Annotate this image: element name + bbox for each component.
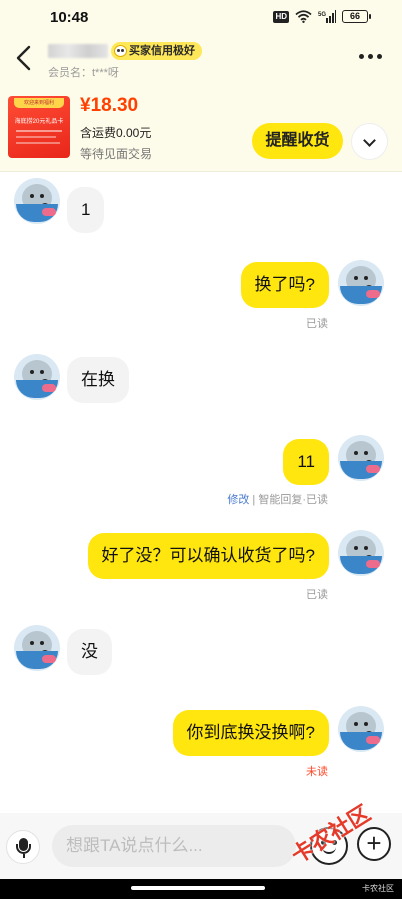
mic-icon[interactable] <box>6 830 40 864</box>
message-bubble-outgoing[interactable]: 你到底换没换啊? <box>172 710 329 756</box>
message-bubble-incoming[interactable]: 没 <box>67 629 112 675</box>
avatar[interactable] <box>14 178 60 224</box>
system-nav-bar: 卡农社区 <box>0 879 402 899</box>
thumb-banner: 欢迎来到福利 <box>14 98 64 108</box>
wifi-icon <box>295 10 312 23</box>
order-status: 等待见面交易 <box>80 147 153 161</box>
edit-link[interactable]: 修改 <box>227 494 249 506</box>
signal-icon: 5G <box>318 10 336 23</box>
message-bubble-outgoing[interactable]: 11 <box>283 439 329 485</box>
message-input[interactable] <box>52 825 296 867</box>
message-bubble-incoming[interactable]: 1 <box>67 187 105 233</box>
order-price: ¥18.30 <box>80 95 139 116</box>
back-arrow-icon[interactable] <box>14 45 34 71</box>
avatar[interactable] <box>338 260 384 306</box>
status-bar: 10:48 HD 5G 66 <box>0 0 402 36</box>
avatar[interactable] <box>338 530 384 576</box>
smart-reply-status: | 智能回复·已读 <box>252 494 328 506</box>
credit-badge-label: 买家信用极好 <box>129 45 195 57</box>
read-status: 已读 <box>306 318 328 330</box>
more-icon[interactable] <box>359 54 382 59</box>
status-icons: HD 5G 66 <box>273 10 371 23</box>
avatar[interactable] <box>14 625 60 671</box>
hd-icon: HD <box>273 10 289 23</box>
unread-status: 未读 <box>306 766 328 778</box>
message-list: 1 换了吗? 已读 在换 11 修改 | 智能回复·已读 好了没？可以确认收货了… <box>0 173 402 813</box>
nav-watermark: 卡农社区 <box>362 884 394 893</box>
message-bubble-outgoing[interactable]: 换了吗? <box>240 262 329 308</box>
battery-icon: 66 <box>342 10 371 23</box>
nickname-blurred <box>48 44 108 58</box>
product-thumbnail[interactable]: 欢迎来到福利 海底捞20元礼品卡 <box>8 96 70 158</box>
message-bubble-outgoing[interactable]: 好了没？可以确认收货了吗? <box>87 533 329 579</box>
thumb-title: 海底捞20元礼品卡 <box>14 119 64 125</box>
svg-text:5G: 5G <box>318 12 326 18</box>
input-bar: + 卡农社区 <box>0 800 402 879</box>
avatar[interactable] <box>338 435 384 481</box>
avatar[interactable] <box>14 354 60 400</box>
chat-header: 买家信用极好 会员名：t***呀 <box>0 36 402 86</box>
status-time: 10:48 <box>50 9 89 26</box>
message-bubble-incoming[interactable]: 在换 <box>67 357 129 403</box>
home-handle[interactable] <box>131 886 265 890</box>
read-status: 修改 | 智能回复·已读 <box>227 491 328 507</box>
remind-receipt-button[interactable]: 提醒收货 <box>252 123 343 159</box>
order-card[interactable]: 欢迎来到福利 海底捞20元礼品卡 ¥18.30 含运费0.00元 等待见面交易 … <box>0 86 402 172</box>
credit-face-icon <box>114 45 127 57</box>
credit-badge[interactable]: 买家信用极好 <box>111 42 202 60</box>
member-name: 会员名：t***呀 <box>48 67 119 79</box>
plus-icon[interactable]: + <box>357 827 391 861</box>
chevron-down-icon[interactable] <box>351 123 388 160</box>
read-status: 已读 <box>306 589 328 601</box>
order-shipping: 含运费0.00元 <box>80 126 152 140</box>
avatar[interactable] <box>338 706 384 752</box>
